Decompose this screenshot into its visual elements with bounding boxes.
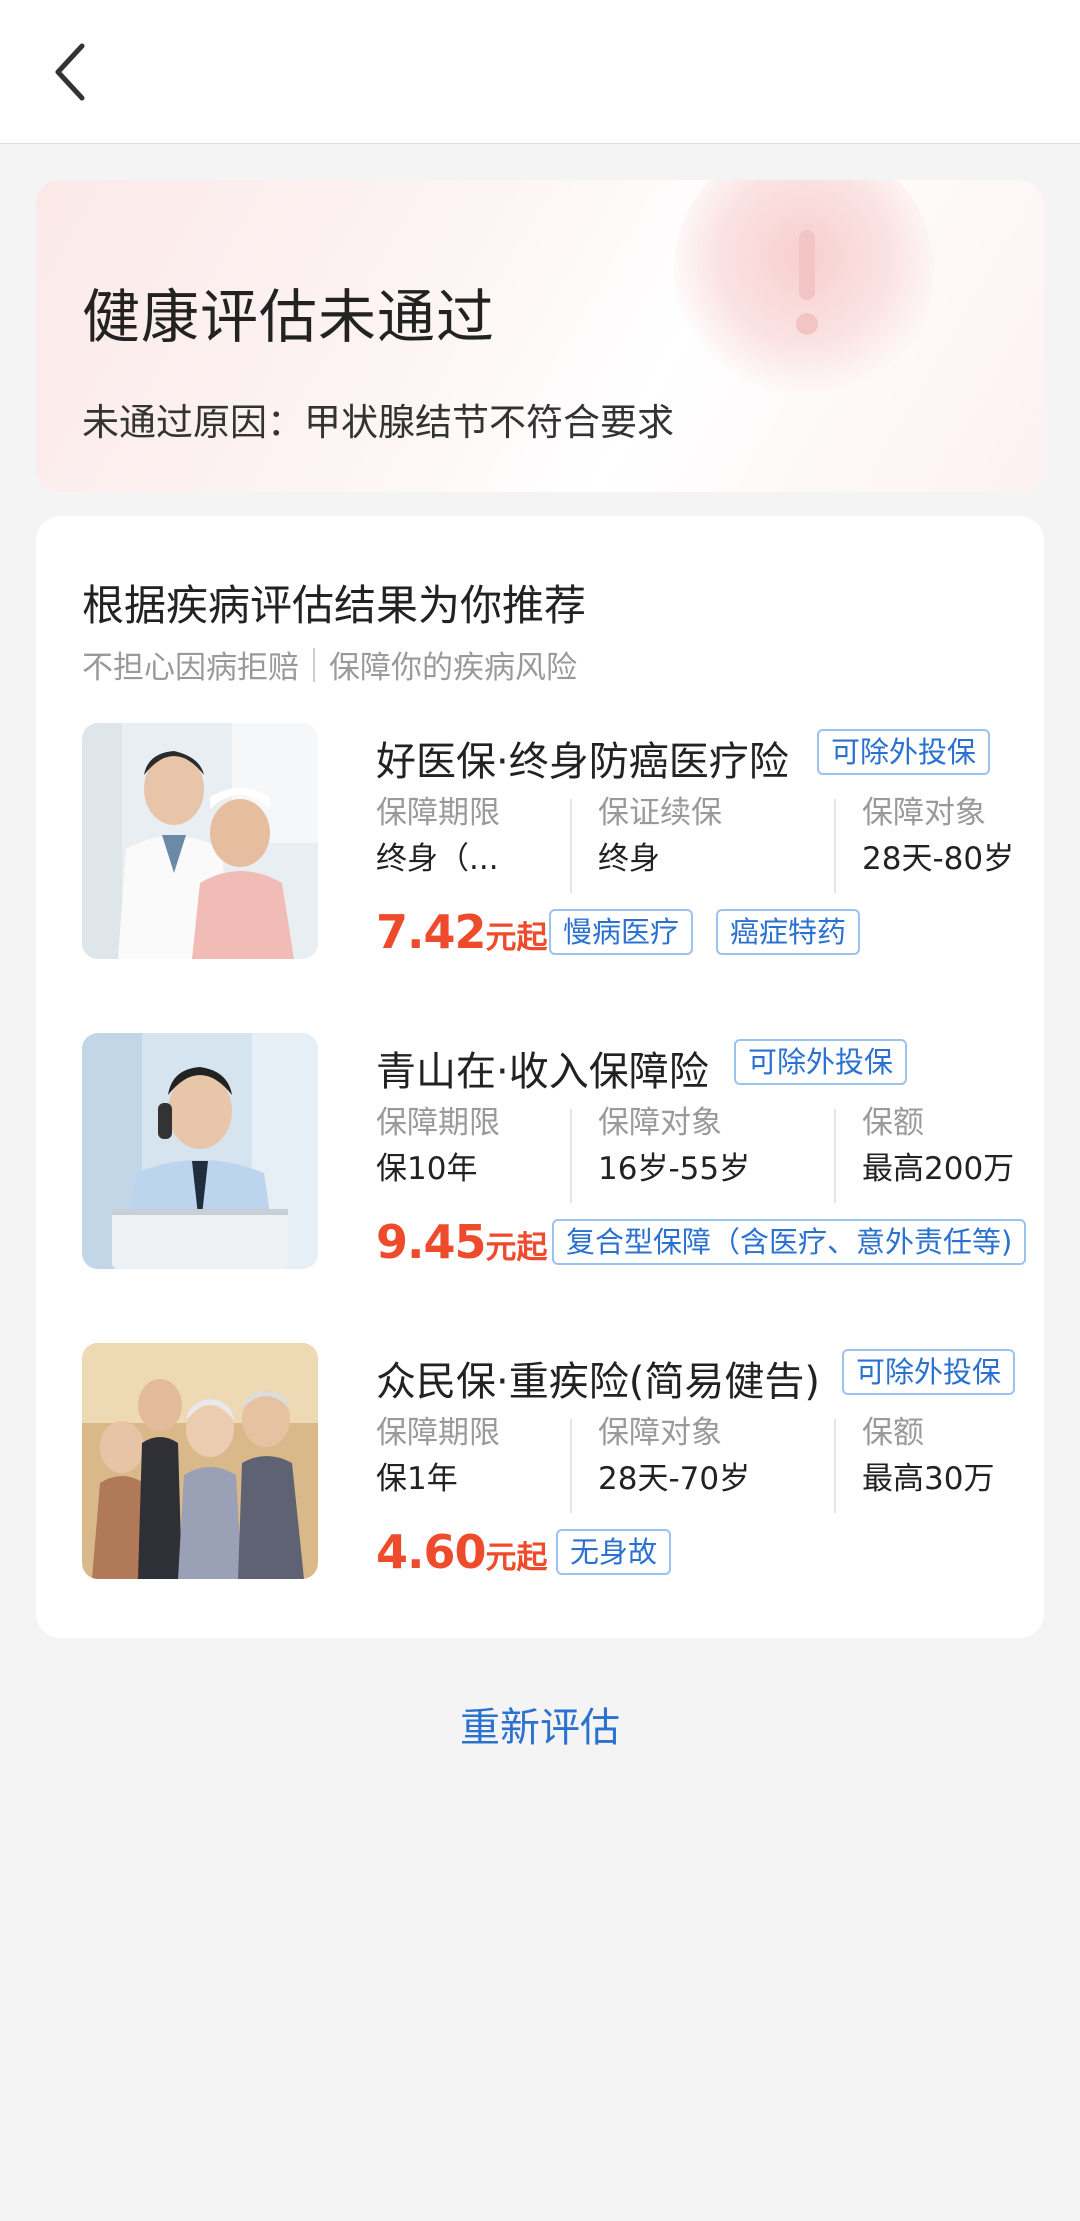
attr-coverage: 保额 最高30万 [862,1411,994,1503]
reassess-button[interactable]: 重新评估 [0,1695,1080,1753]
result-reason: 未通过原因：甲状腺结节不符合要求 [82,401,674,444]
attr-insured: 保障对象 28天-80岁 [862,791,1014,883]
attr-value: 28天-70岁 [598,1461,751,1497]
product-price: 9.45元起 [376,1215,548,1269]
attr-label: 保障对象 [598,1105,722,1141]
attr-term: 保障期限 保10年 [376,1101,500,1193]
price-value: 9.45 [376,1215,486,1269]
subtitle-right: 保障你的疾病风险 [329,650,577,686]
product-image-businessman [82,1033,318,1269]
price-value: 4.60 [376,1525,486,1579]
top-bar [0,0,1080,144]
price-unit: 元起 [485,920,548,956]
feature-tag: 无身故 [556,1529,672,1575]
subtitle-left: 不担心因病拒赔 [82,650,299,686]
attr-term: 保障期限 终身（... [376,791,500,883]
recommendation-card: 根据疾病评估结果为你推荐 不担心因病拒赔 保障你的疾病风险 好医保·终身防癌医疗… [36,516,1044,1638]
attr-value: 28天-80岁 [862,841,1015,877]
feature-tag: 复合型保障（含医疗、意外责任等) [552,1219,1027,1265]
product-name: 众民保·重疾险(简易健告) [376,1359,820,1405]
price-unit: 元起 [485,1540,548,1576]
product-card-1[interactable]: 好医保·终身防癌医疗险 可除外投保 保障期限 终身（... 保证续保 终身 保障… [82,723,1014,961]
product-price: 4.60元起 [376,1525,548,1579]
attr-value: 保1年 [376,1461,458,1497]
attr-label: 保障期限 [376,1415,500,1451]
recommendation-subtitle: 不担心因病拒赔 保障你的疾病风险 [82,642,577,687]
price-unit: 元起 [485,1230,548,1266]
product-name: 青山在·收入保障险 [376,1049,709,1095]
attr-insured: 保障对象 16岁-55岁 [598,1101,750,1193]
price-value: 7.42 [376,905,486,959]
attr-value: 最高30万 [862,1461,995,1497]
attr-label: 保额 [862,1105,924,1141]
attr-value: 终身（... [376,841,499,877]
attr-divider [570,799,572,893]
attr-label: 保障对象 [598,1415,722,1451]
exclusion-badge[interactable]: 可除外投保 [842,1349,1016,1395]
attr-label: 保障对象 [862,795,986,831]
recommendation-title: 根据疾病评估结果为你推荐 [82,581,587,630]
exclusion-badge[interactable]: 可除外投保 [734,1039,908,1085]
subtitle-divider [313,647,315,682]
attr-value: 最高200万 [862,1151,1015,1187]
product-card-3[interactable]: 众民保·重疾险(简易健告) 可除外投保 保障期限 保1年 保障对象 28天-70… [82,1343,1016,1581]
feature-tag: 慢病医疗 [549,909,694,955]
chevron-left-icon [55,43,85,101]
product-image-doctor-patient [82,723,318,959]
product-image-family [82,1343,318,1579]
product-card-2[interactable]: 青山在·收入保障险 可除外投保 保障期限 保10年 保障对象 16岁-55岁 保… [82,1033,1027,1271]
attr-coverage: 保额 最高200万 [862,1101,1014,1193]
product-price: 7.42元起 [376,905,548,959]
attr-renewal: 保证续保 终身 [598,791,722,883]
assessment-result-card: 健康评估未通过 未通过原因：甲状腺结节不符合要求 [36,180,1044,492]
attr-divider [570,1419,572,1513]
attr-term: 保障期限 保1年 [376,1411,500,1503]
attr-label: 保额 [862,1415,924,1451]
product-name: 好医保·终身防癌医疗险 [376,739,789,785]
attr-divider [570,1109,572,1203]
attr-divider [834,1419,836,1513]
attr-label: 保障期限 [376,1105,500,1141]
attr-label: 保证续保 [598,795,722,831]
attr-value: 终身 [598,841,660,877]
attr-value: 16岁-55岁 [598,1151,751,1187]
result-title: 健康评估未通过 [82,283,496,351]
exclamation-icon [796,230,818,335]
attr-insured: 保障对象 28天-70岁 [598,1411,750,1503]
attr-divider [834,799,836,893]
exclusion-badge[interactable]: 可除外投保 [817,729,991,775]
attr-divider [834,1109,836,1203]
feature-tag: 癌症特药 [716,909,861,955]
attr-label: 保障期限 [376,795,500,831]
attr-value: 保10年 [376,1151,478,1187]
back-button[interactable] [28,30,112,114]
